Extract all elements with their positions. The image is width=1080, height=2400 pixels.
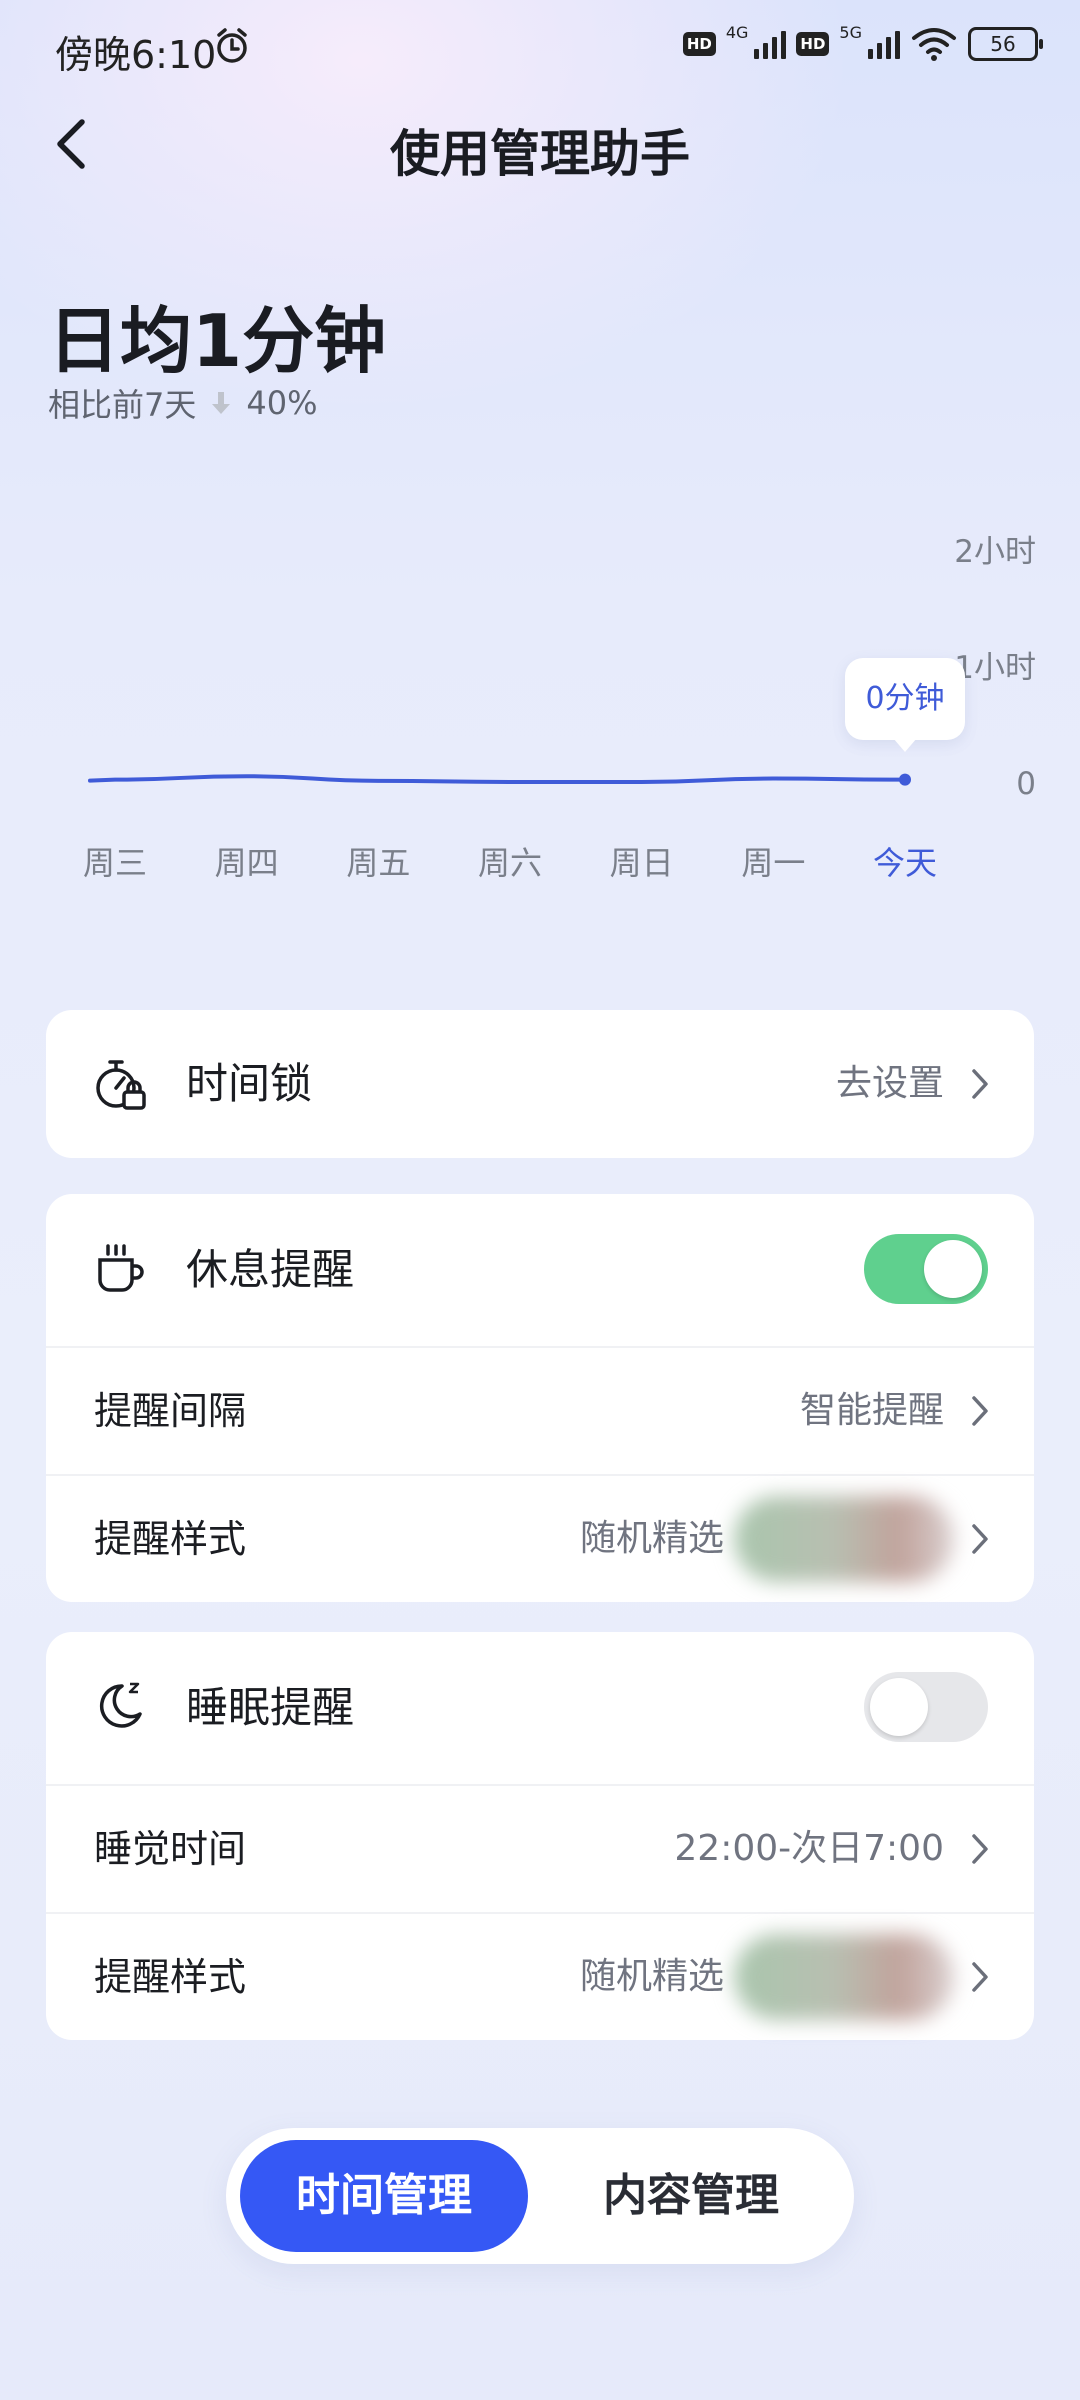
network-type-2: 5G xyxy=(839,22,862,42)
network-type-1: 4G xyxy=(725,22,749,42)
alarm-icon xyxy=(217,28,247,63)
style-preview-thumbnail xyxy=(734,1934,954,2020)
chevron-right-icon xyxy=(972,1834,988,1864)
stopwatch-lock-icon xyxy=(96,1060,146,1110)
x-category-label[interactable]: 周日 xyxy=(610,844,674,882)
coffee-cup-icon xyxy=(98,1244,144,1292)
y-tick-label: 1小时 xyxy=(954,650,1036,686)
x-category-label[interactable]: 周一 xyxy=(741,844,805,882)
time-lock-action[interactable]: 去设置 xyxy=(836,1010,944,1158)
status-bar: 傍晚6:10 HD 4G HD 5G 56 xyxy=(0,0,1080,96)
sleep-reminder-row: 睡眠提醒 xyxy=(46,1632,1034,1786)
hd-badge: HD xyxy=(796,32,830,56)
daily-average: 日均1分钟 xyxy=(48,299,387,383)
reminder-style-row[interactable]: 提醒样式 随机精选 xyxy=(46,1476,1034,1602)
reminder-interval-row[interactable]: 提醒间隔 智能提醒 xyxy=(46,1348,1034,1476)
toggle-knob xyxy=(924,1240,982,1298)
y-tick-label: 0 xyxy=(1016,766,1036,802)
battery-indicator: 56 xyxy=(968,27,1043,61)
top-bar: 使用管理助手 xyxy=(0,96,1080,192)
reminder-interval-value: 智能提醒 xyxy=(799,1390,944,1431)
compare-label: 相比前7天 xyxy=(48,386,197,424)
rest-reminder-toggle[interactable] xyxy=(864,1234,988,1304)
rest-reminder-label: 休息提醒 xyxy=(186,1245,355,1294)
time-lock-card: 时间锁 去设置 xyxy=(46,1010,1034,1158)
down-arrow-icon xyxy=(212,392,231,414)
toggle-knob xyxy=(870,1678,928,1736)
usage-series-line xyxy=(88,774,907,784)
reminder-style-label: 提醒样式 xyxy=(94,1517,247,1561)
x-category-label[interactable]: 周三 xyxy=(83,844,147,882)
usage-chart: 2小时 1小时 0 周三 周四 周五 周六 周日 周一 今天 0分钟 xyxy=(0,500,1080,900)
sleep-style-value: 随机精选 xyxy=(579,1956,724,1997)
sleep-time-row[interactable]: 睡觉时间 22:00-次日7:00 xyxy=(46,1786,1034,1914)
sleep-reminder-card: 睡眠提醒 睡觉时间 22:00-次日7:00 提醒样式 随机精选 xyxy=(46,1632,1034,2040)
hd-badge: HD xyxy=(682,32,716,56)
time-lock-row[interactable]: 时间锁 去设置 xyxy=(46,1010,1034,1158)
chart-tooltip: 0分钟 xyxy=(845,658,965,752)
reminder-interval-label: 提醒间隔 xyxy=(94,1389,247,1433)
bottom-tab-switcher: 时间管理 内容管理 xyxy=(226,2128,854,2264)
signal-icon xyxy=(754,29,787,59)
rest-reminder-row: 休息提醒 xyxy=(46,1194,1034,1348)
sleep-style-row[interactable]: 提醒样式 随机精选 xyxy=(46,1914,1034,2040)
sleep-time-label: 睡觉时间 xyxy=(94,1827,247,1871)
x-category-label[interactable]: 周六 xyxy=(478,844,542,882)
sleep-style-label: 提醒样式 xyxy=(94,1955,247,1999)
compare-value: 40% xyxy=(246,384,318,422)
page-title: 使用管理助手 xyxy=(390,125,690,183)
sleep-reminder-toggle[interactable] xyxy=(864,1672,988,1742)
x-category-label[interactable]: 周五 xyxy=(346,844,410,882)
status-time: 傍晚6:10 xyxy=(55,33,217,77)
chevron-right-icon xyxy=(972,1524,988,1554)
chevron-right-icon xyxy=(972,1962,988,1992)
chevron-right-icon xyxy=(972,1069,988,1099)
signal-icon xyxy=(868,29,900,59)
x-category-label[interactable]: 周四 xyxy=(215,844,279,882)
rest-reminder-card: 休息提醒 提醒间隔 智能提醒 提醒样式 随机精选 xyxy=(46,1194,1034,1602)
chevron-right-icon xyxy=(972,1396,988,1426)
wifi-icon xyxy=(912,28,956,61)
moon-icon xyxy=(99,1682,142,1728)
highlight-point xyxy=(899,773,911,786)
compare-row: 相比前7天 40% xyxy=(48,380,318,426)
y-tick-label: 2小时 xyxy=(954,534,1036,570)
sleep-reminder-label: 睡眠提醒 xyxy=(186,1683,355,1732)
x-category-label[interactable]: 今天 xyxy=(873,844,937,882)
sleep-time-value: 22:00-次日7:00 xyxy=(674,1828,944,1869)
style-preview-thumbnail xyxy=(734,1496,954,1582)
time-lock-label: 时间锁 xyxy=(186,1059,313,1108)
tab-time-management[interactable]: 时间管理 xyxy=(240,2140,528,2252)
reminder-style-value: 随机精选 xyxy=(579,1518,724,1559)
tab-content-management[interactable]: 内容管理 xyxy=(546,2140,836,2252)
